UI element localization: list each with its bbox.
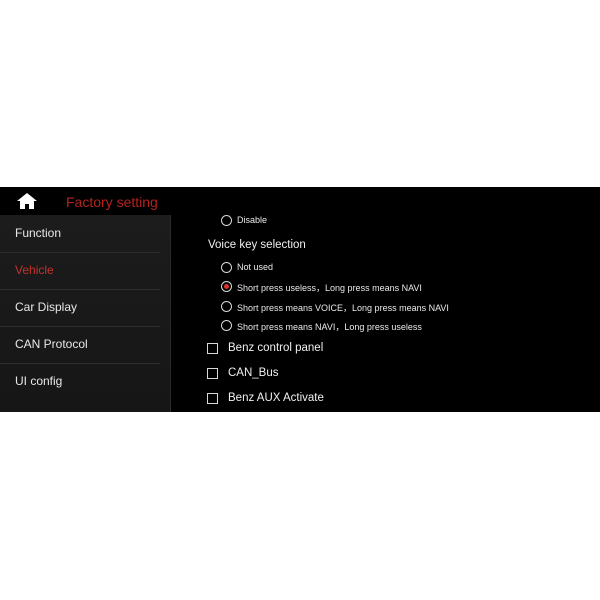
radio-button[interactable] (221, 320, 232, 331)
radio-label: Not used (237, 262, 274, 272)
radio-label: Short press means VOICE，Long press means… (237, 303, 449, 313)
checkbox[interactable] (207, 343, 218, 354)
sidebar-item-function[interactable]: Function (0, 215, 160, 253)
factory-setting-screen: Factory setting Function Vehicle Car Dis… (0, 187, 600, 412)
checkbox[interactable] (207, 368, 218, 379)
sidebar: Function Vehicle Car Display CAN Protoco… (0, 215, 171, 412)
settings-content: Disable Voice key selection Not used Sho… (171, 215, 600, 412)
sidebar-item-ui-config[interactable]: UI config (0, 363, 160, 400)
checkbox[interactable] (207, 393, 218, 404)
radio-button[interactable] (221, 215, 232, 226)
radio-button-checked[interactable] (221, 281, 232, 292)
radio-label: Disable (237, 215, 268, 225)
checkbox-label: Benz control panel (228, 342, 324, 354)
sidebar-item-vehicle[interactable]: Vehicle (0, 252, 160, 290)
page-title: Factory setting (66, 194, 158, 210)
sidebar-item-label: Vehicle (15, 263, 54, 277)
checkbox-label: CAN_Bus (228, 367, 279, 379)
sidebar-item-car-display[interactable]: Car Display (0, 289, 160, 327)
radio-label: Short press useless，Long press means NAV… (237, 283, 422, 293)
radio-label: Short press means NAVI，Long press useles… (237, 322, 422, 332)
radio-button[interactable] (221, 262, 232, 273)
sidebar-item-can-protocol[interactable]: CAN Protocol (0, 326, 160, 364)
top-bar: Factory setting (0, 187, 600, 215)
checkbox-label: Benz AUX Activate (228, 392, 324, 404)
sidebar-item-label: CAN Protocol (15, 337, 88, 351)
sidebar-item-label: UI config (15, 374, 63, 388)
sidebar-item-label: Function (15, 226, 62, 240)
radio-button[interactable] (221, 301, 232, 312)
sidebar-item-label: Car Display (15, 300, 78, 314)
home-icon[interactable] (16, 192, 38, 210)
voice-key-section-title: Voice key selection (208, 239, 306, 251)
